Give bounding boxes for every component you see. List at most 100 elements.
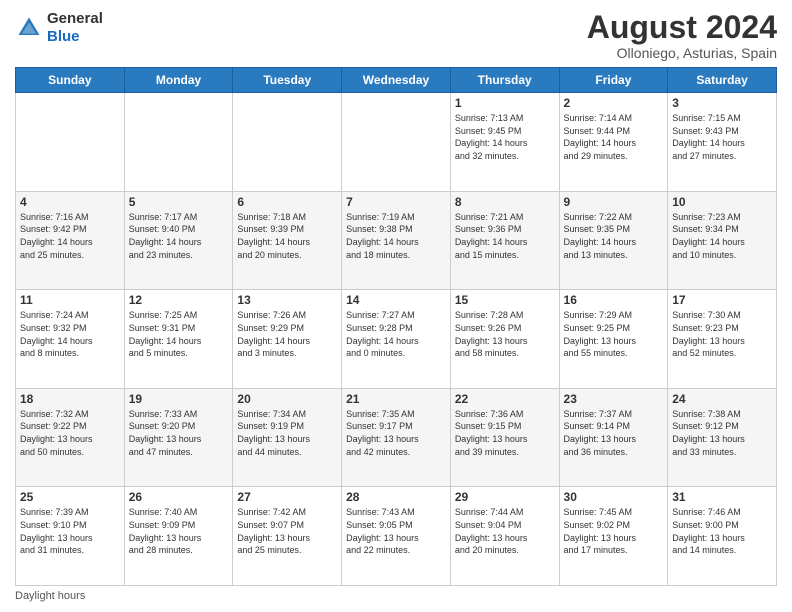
calendar-cell: 5 Sunrise: 7:17 AM Sunset: 9:40 PM Daylig… [124,191,233,290]
weekday-wednesday: Wednesday [342,68,451,93]
location: Olloniego, Asturias, Spain [587,45,777,61]
day-info: Sunrise: 7:35 AM Sunset: 9:17 PM Dayligh… [346,408,446,458]
day-number: 19 [129,392,229,406]
month-title: August 2024 [587,10,777,45]
calendar-week-2: 11Sunrise: 7:24 AM Sunset: 9:32 PM Dayli… [16,290,777,389]
calendar-cell: 2 Sunrise: 7:14 AM Sunset: 9:44 PM Daylig… [559,93,668,192]
calendar-week-4: 25 Sunrise: 7:39 AM Sunset: 9:10 PM Dayli… [16,487,777,586]
calendar-cell: 19 Sunrise: 7:33 AM Sunset: 9:20 PM Dayli… [124,388,233,487]
calendar-cell: 23 Sunrise: 7:37 AM Sunset: 9:14 PM Dayli… [559,388,668,487]
day-info: Sunrise: 7:32 AM Sunset: 9:22 PM Dayligh… [20,408,120,458]
calendar-cell: 4Sunrise: 7:16 AM Sunset: 9:42 PM Daylig… [16,191,125,290]
day-number: 28 [346,490,446,504]
calendar-cell: 7 Sunrise: 7:19 AM Sunset: 9:38 PM Daylig… [342,191,451,290]
day-number: 18 [20,392,120,406]
day-info: Sunrise: 7:25 AM Sunset: 9:31 PM Dayligh… [129,309,229,359]
day-info: Sunrise: 7:14 AM Sunset: 9:44 PM Dayligh… [564,112,664,162]
header: General Blue August 2024 Olloniego, Astu… [15,10,777,61]
calendar-cell: 9Sunrise: 7:22 AM Sunset: 9:35 PM Daylig… [559,191,668,290]
day-info: Sunrise: 7:18 AM Sunset: 9:39 PM Dayligh… [237,211,337,261]
calendar-cell [124,93,233,192]
footer: Daylight hours [15,590,777,602]
day-number: 27 [237,490,337,504]
day-number: 8 [455,195,555,209]
calendar-cell: 26 Sunrise: 7:40 AM Sunset: 9:09 PM Dayli… [124,487,233,586]
page: General Blue August 2024 Olloniego, Astu… [0,0,792,612]
calendar-cell: 29Sunrise: 7:44 AM Sunset: 9:04 PM Dayli… [450,487,559,586]
calendar-cell: 31Sunrise: 7:46 AM Sunset: 9:00 PM Dayli… [668,487,777,586]
day-info: Sunrise: 7:33 AM Sunset: 9:20 PM Dayligh… [129,408,229,458]
day-info: Sunrise: 7:34 AM Sunset: 9:19 PM Dayligh… [237,408,337,458]
logo-general: General [47,10,103,27]
logo-icon [15,14,43,42]
calendar-cell: 22Sunrise: 7:36 AM Sunset: 9:15 PM Dayli… [450,388,559,487]
day-number: 5 [129,195,229,209]
day-number: 4 [20,195,120,209]
weekday-monday: Monday [124,68,233,93]
calendar-cell: 3 Sunrise: 7:15 AM Sunset: 9:43 PM Daylig… [668,93,777,192]
day-info: Sunrise: 7:46 AM Sunset: 9:00 PM Dayligh… [672,506,772,556]
day-number: 15 [455,293,555,307]
calendar-cell [16,93,125,192]
calendar: Sunday Monday Tuesday Wednesday Thursday… [15,67,777,586]
day-info: Sunrise: 7:44 AM Sunset: 9:04 PM Dayligh… [455,506,555,556]
calendar-cell: 20 Sunrise: 7:34 AM Sunset: 9:19 PM Dayli… [233,388,342,487]
day-info: Sunrise: 7:43 AM Sunset: 9:05 PM Dayligh… [346,506,446,556]
day-number: 12 [129,293,229,307]
calendar-cell [233,93,342,192]
weekday-row: Sunday Monday Tuesday Wednesday Thursday… [16,68,777,93]
calendar-cell: 1Sunrise: 7:13 AM Sunset: 9:45 PM Daylig… [450,93,559,192]
day-number: 16 [564,293,664,307]
calendar-cell: 21Sunrise: 7:35 AM Sunset: 9:17 PM Dayli… [342,388,451,487]
calendar-cell [342,93,451,192]
day-info: Sunrise: 7:17 AM Sunset: 9:40 PM Dayligh… [129,211,229,261]
day-info: Sunrise: 7:22 AM Sunset: 9:35 PM Dayligh… [564,211,664,261]
day-info: Sunrise: 7:13 AM Sunset: 9:45 PM Dayligh… [455,112,555,162]
day-number: 14 [346,293,446,307]
calendar-header: Sunday Monday Tuesday Wednesday Thursday… [16,68,777,93]
day-number: 23 [564,392,664,406]
calendar-week-0: 1Sunrise: 7:13 AM Sunset: 9:45 PM Daylig… [16,93,777,192]
day-number: 13 [237,293,337,307]
day-info: Sunrise: 7:15 AM Sunset: 9:43 PM Dayligh… [672,112,772,162]
day-number: 6 [237,195,337,209]
day-info: Sunrise: 7:19 AM Sunset: 9:38 PM Dayligh… [346,211,446,261]
calendar-cell: 18 Sunrise: 7:32 AM Sunset: 9:22 PM Dayli… [16,388,125,487]
calendar-cell: 16Sunrise: 7:29 AM Sunset: 9:25 PM Dayli… [559,290,668,389]
logo-text: General Blue [47,10,103,46]
day-number: 20 [237,392,337,406]
day-number: 7 [346,195,446,209]
calendar-body: 1Sunrise: 7:13 AM Sunset: 9:45 PM Daylig… [16,93,777,586]
day-info: Sunrise: 7:37 AM Sunset: 9:14 PM Dayligh… [564,408,664,458]
calendar-cell: 28 Sunrise: 7:43 AM Sunset: 9:05 PM Dayli… [342,487,451,586]
weekday-friday: Friday [559,68,668,93]
weekday-tuesday: Tuesday [233,68,342,93]
day-number: 26 [129,490,229,504]
day-number: 2 [564,96,664,110]
day-info: Sunrise: 7:27 AM Sunset: 9:28 PM Dayligh… [346,309,446,359]
calendar-cell: 11Sunrise: 7:24 AM Sunset: 9:32 PM Dayli… [16,290,125,389]
calendar-cell: 17 Sunrise: 7:30 AM Sunset: 9:23 PM Dayli… [668,290,777,389]
weekday-sunday: Sunday [16,68,125,93]
day-info: Sunrise: 7:21 AM Sunset: 9:36 PM Dayligh… [455,211,555,261]
day-info: Sunrise: 7:42 AM Sunset: 9:07 PM Dayligh… [237,506,337,556]
calendar-cell: 25 Sunrise: 7:39 AM Sunset: 9:10 PM Dayli… [16,487,125,586]
day-info: Sunrise: 7:30 AM Sunset: 9:23 PM Dayligh… [672,309,772,359]
logo: General Blue [15,10,103,46]
day-number: 10 [672,195,772,209]
title-block: August 2024 Olloniego, Asturias, Spain [587,10,777,61]
day-number: 3 [672,96,772,110]
calendar-cell: 12 Sunrise: 7:25 AM Sunset: 9:31 PM Dayli… [124,290,233,389]
day-number: 17 [672,293,772,307]
calendar-cell: 15Sunrise: 7:28 AM Sunset: 9:26 PM Dayli… [450,290,559,389]
weekday-thursday: Thursday [450,68,559,93]
calendar-cell: 30Sunrise: 7:45 AM Sunset: 9:02 PM Dayli… [559,487,668,586]
day-info: Sunrise: 7:39 AM Sunset: 9:10 PM Dayligh… [20,506,120,556]
calendar-cell: 27 Sunrise: 7:42 AM Sunset: 9:07 PM Dayli… [233,487,342,586]
calendar-week-3: 18 Sunrise: 7:32 AM Sunset: 9:22 PM Dayli… [16,388,777,487]
day-number: 22 [455,392,555,406]
day-info: Sunrise: 7:40 AM Sunset: 9:09 PM Dayligh… [129,506,229,556]
day-number: 25 [20,490,120,504]
day-info: Sunrise: 7:45 AM Sunset: 9:02 PM Dayligh… [564,506,664,556]
day-info: Sunrise: 7:24 AM Sunset: 9:32 PM Dayligh… [20,309,120,359]
